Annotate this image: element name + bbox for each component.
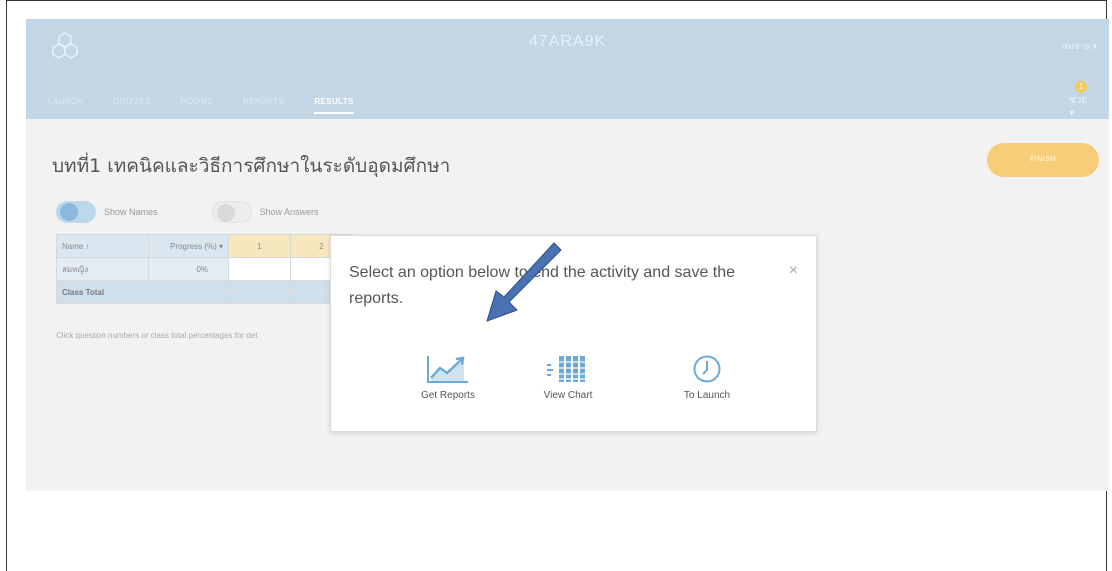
question-1-header[interactable]: 1: [228, 234, 291, 258]
bar-chart-icon: [547, 356, 586, 382]
tab-rooms[interactable]: ROOMS: [181, 97, 213, 114]
notification-label: ช่วย ▾: [1069, 95, 1088, 119]
user-menu[interactable]: สมชาย ▾: [1062, 39, 1097, 53]
notification-badge: 1: [1075, 81, 1087, 93]
to-launch-option[interactable]: To Launch: [662, 354, 752, 401]
progress-cell: 0%: [148, 257, 229, 281]
screenshot-frame: 47ARA9K สมชาย ▾ 1 ช่วย ▾ LAUNCH QUIZZES …: [6, 0, 1109, 571]
top-header: 47ARA9K สมชาย ▾ 1 ช่วย ▾ LAUNCH QUIZZES …: [26, 19, 1109, 119]
toggle-row: Show Names Show Answers: [56, 201, 373, 223]
progress-column-header[interactable]: Progress (%) ▾: [148, 234, 229, 258]
clock-icon: [693, 355, 721, 383]
results-table: Name ↑ Progress (%) ▾ 1 2 สมหญิง 0% Clas…: [56, 234, 353, 304]
table-header-row: Name ↑ Progress (%) ▾ 1 2: [56, 234, 353, 258]
notification-menu[interactable]: 1 ช่วย ▾: [1067, 81, 1095, 119]
student-name-cell: สมหญิง: [56, 257, 149, 281]
room-code: 47ARA9K: [528, 33, 607, 50]
toggle-knob: [216, 204, 235, 222]
tab-launch[interactable]: LAUNCH: [48, 97, 83, 114]
get-reports-label: Get Reports: [421, 390, 475, 401]
class-total-row: Class Total: [56, 280, 353, 304]
table-hint: Click question numbers or class total pe…: [56, 331, 258, 340]
name-column-header[interactable]: Name ↑: [56, 234, 149, 258]
to-launch-label: To Launch: [683, 390, 731, 401]
toggle-knob: [60, 203, 78, 221]
class-total-label: Class Total: [56, 280, 229, 304]
pointer-arrow-icon: [486, 242, 562, 322]
end-activity-modal: Select an option below to end the activi…: [330, 235, 817, 432]
show-names-toggle[interactable]: [56, 201, 96, 223]
quiz-title: บทที่1 เทคนิคและวิธีการศึกษาในระดับอุดมศ…: [52, 155, 451, 177]
show-answers-label: Show Answers: [259, 207, 319, 217]
show-names-label: Show Names: [104, 207, 158, 217]
table-row: สมหญิง 0%: [56, 257, 353, 281]
line-chart-icon: [427, 356, 468, 383]
main-tabs: LAUNCH QUIZZES ROOMS REPORTS RESULTS: [48, 97, 384, 114]
close-icon[interactable]: ×: [789, 262, 798, 280]
tab-quizzes[interactable]: QUIZZES: [113, 97, 150, 114]
answer-cell: [228, 257, 291, 281]
class-total-cell[interactable]: [228, 280, 291, 304]
finish-button[interactable]: FINISH: [987, 143, 1099, 177]
show-answers-toggle[interactable]: [211, 201, 252, 223]
tab-reports[interactable]: REPORTS: [243, 97, 284, 114]
view-chart-option[interactable]: View Chart: [523, 354, 613, 401]
view-chart-label: View Chart: [543, 390, 593, 401]
tab-results[interactable]: RESULTS: [314, 97, 354, 114]
get-reports-option[interactable]: Get Reports: [403, 354, 493, 401]
